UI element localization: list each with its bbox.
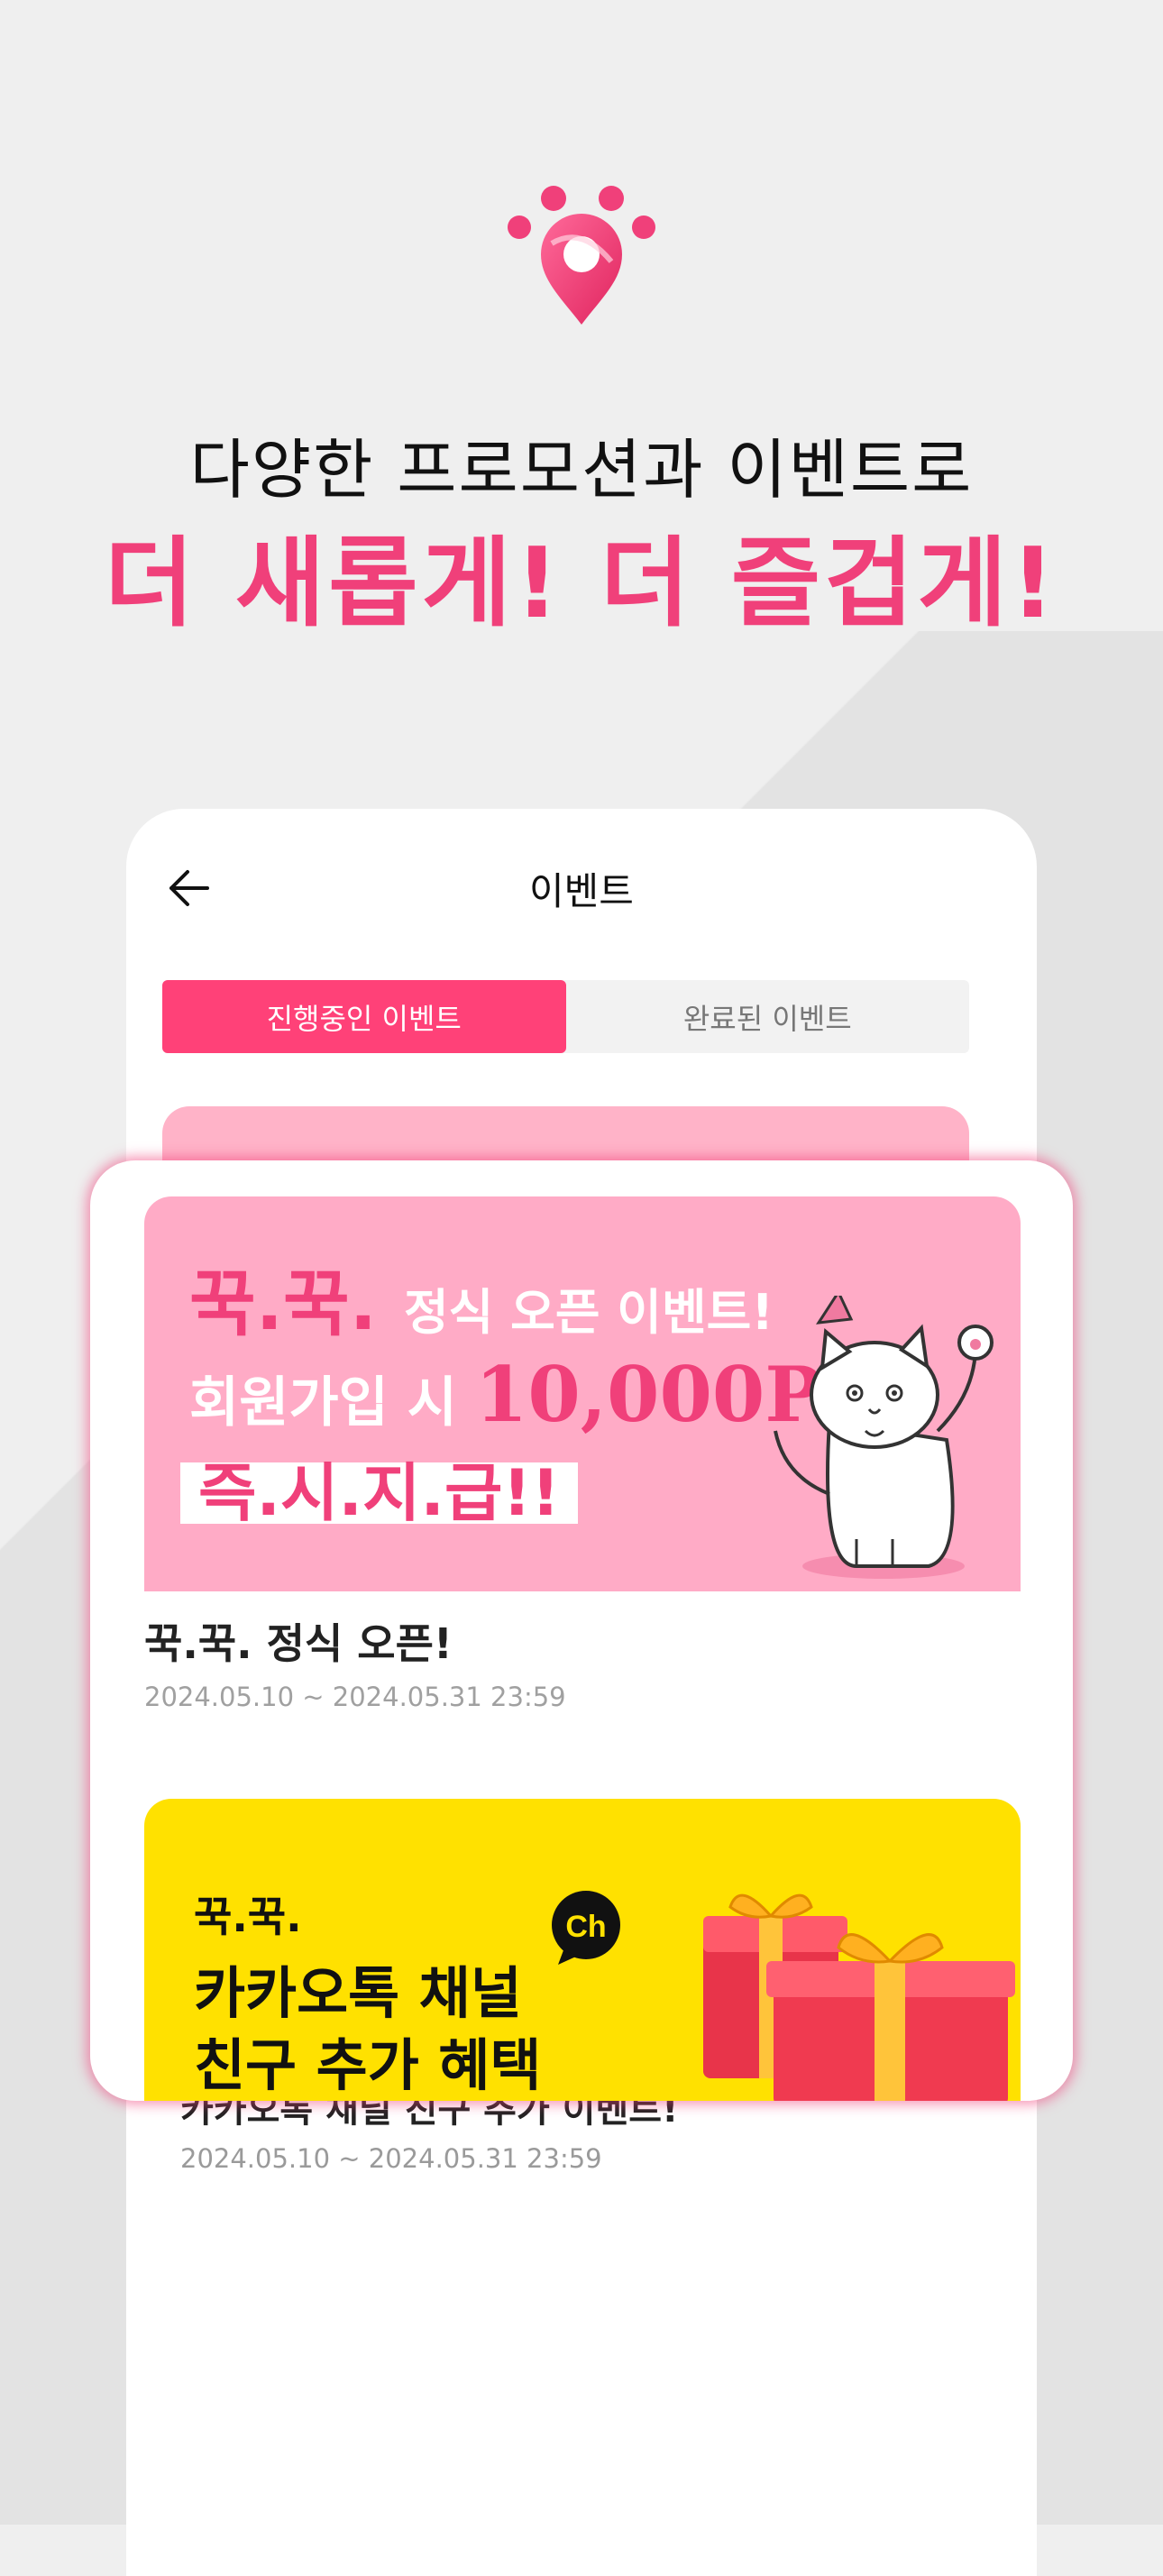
event-date: 2024.05.10 ~ 2024.05.31 23:59 [180, 2143, 602, 2174]
banner-points-line: 회원가입 시 10,000P [189, 1350, 822, 1439]
kakao-channel-badge-text: Ch [565, 1910, 606, 1944]
brand-name: 꾹.꾹. [189, 1262, 377, 1346]
highlighted-event-list: 꾹.꾹. 정식 오픈 이벤트! 회원가입 시 10,000P 즉.시.지.급!! 꾹… [90, 1160, 1073, 2101]
page-title: 이벤트 [529, 869, 634, 913]
banner-kakao-line1: 카카오톡 채널 [194, 1960, 522, 2026]
event-banner-open[interactable]: 꾹.꾹. 정식 오픈 이벤트! 회원가입 시 10,000P 즉.시.지.급!! [144, 1196, 1021, 1591]
event-tabs: 진행중인 이벤트 완료된 이벤트 [162, 980, 969, 1053]
tab-completed-events[interactable]: 완료된 이벤트 [566, 980, 970, 1053]
hero-title: 더 새롭게! 더 즐겁게! [104, 527, 1059, 640]
banner-headline: 꾹.꾹. 정식 오픈 이벤트! [189, 1246, 774, 1351]
banner-kakao-line2: 친구 추가 혜택 [194, 2032, 542, 2098]
event-title[interactable]: 꾹.꾹. 정식 오픈! [144, 1611, 453, 1671]
hero-subtitle: 다양한 프로모션과 이벤트로 [189, 432, 974, 508]
event-date: 2024.05.10 ~ 2024.05.31 23:59 [144, 1682, 566, 1712]
tab-ongoing-events[interactable]: 진행중인 이벤트 [162, 980, 566, 1053]
kakao-channel-badge-icon: Ch [552, 1891, 620, 1965]
banner-event-text: 정식 오픈 이벤트! [403, 1284, 774, 1341]
paw-location-logo-icon [508, 186, 655, 325]
banner-instant-text: 즉.시.지.급!! [180, 1462, 579, 1525]
event-banner-kakao[interactable]: 꾹.꾹. 카카오톡 채널 친구 추가 혜택 Ch [144, 1799, 1021, 2101]
brand-name: 꾹.꾹. [194, 1893, 302, 1941]
gift-box-icon [703, 1893, 1015, 2101]
cat-illustration-icon [774, 1296, 994, 1579]
banner-join-text: 회원가입 시 [189, 1371, 457, 1435]
